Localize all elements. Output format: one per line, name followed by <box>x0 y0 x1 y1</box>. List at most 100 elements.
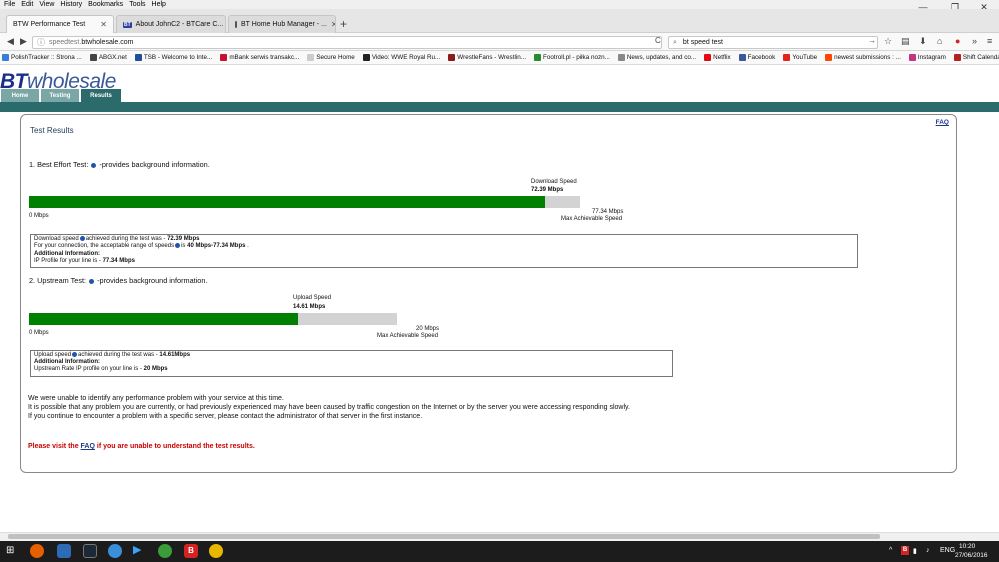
info-heading: Additional Information: <box>34 359 100 366</box>
bookmark-item[interactable]: News, updates, and co... <box>617 54 696 61</box>
upload-speed-label: Upload Speed <box>293 295 332 301</box>
help-icon[interactable] <box>175 243 181 249</box>
bookmark-item[interactable]: WrestleFans - Wrestlin... <box>448 54 526 61</box>
media-player-icon[interactable]: ▶ <box>133 543 147 557</box>
menu-bookmarks[interactable]: Bookmarks <box>88 1 123 8</box>
bt-tab-testing[interactable]: Testing <box>41 89 79 102</box>
faq-notice-text: Please visit the <box>28 443 79 450</box>
search-input[interactable]: bt speed test <box>683 39 723 46</box>
faq-link[interactable]: FAQ <box>936 119 949 126</box>
bookmark-label: Footroll.pl - piłka nozn... <box>543 54 610 61</box>
bookmark-label: Video: WWE Royal Ru... <box>371 54 441 61</box>
bookmark-item[interactable]: Shift Calendar-Firefigh... <box>953 54 999 61</box>
upload-min-label: 0 Mbps <box>29 330 49 336</box>
faq-notice-link[interactable]: FAQ <box>81 443 95 450</box>
bookmark-label: Instagram <box>917 54 946 61</box>
info-value: 72.39 Mbps <box>167 236 200 243</box>
tab-btw-performance[interactable]: BTW Performance Test ✕ <box>6 15 114 33</box>
bookmark-item[interactable]: Instagram <box>908 54 946 61</box>
bookmark-favicon-icon <box>534 54 541 61</box>
windows-start-icon[interactable]: ⊞ <box>6 545 20 559</box>
info-text: achieved during the test was - <box>85 236 166 243</box>
help-icon[interactable] <box>79 236 85 241</box>
bookmark-label: Shift Calendar-Firefigh... <box>962 54 999 61</box>
close-tab-icon[interactable]: ✕ <box>331 20 335 29</box>
norton-icon[interactable] <box>209 544 223 558</box>
bookmark-favicon-icon <box>783 54 791 61</box>
download-info-box: Download speed achieved during the test w… <box>30 234 858 268</box>
bookmark-label: WrestleFans - Wrestlin... <box>457 54 526 61</box>
bookmark-item[interactable]: Netflix <box>704 54 731 61</box>
app-icon[interactable] <box>108 544 122 558</box>
summary-line-2: It is possible that any problem you are … <box>28 404 630 411</box>
taskbar <box>0 541 999 562</box>
help-icon[interactable] <box>91 162 97 168</box>
new-tab-button[interactable]: + <box>340 17 347 31</box>
bookmark-item[interactable]: TSB - Welcome to Inte... <box>134 54 212 61</box>
bookmark-item[interactable]: ABGX.net <box>89 54 127 61</box>
info-line: IP Profile for your line is - 77.34 Mbps <box>34 258 854 265</box>
tray-chevron-icon[interactable]: ^ <box>889 547 892 554</box>
info-value: 20 Mbps <box>143 366 168 373</box>
bookmark-item[interactable]: newest submissions : ... <box>825 54 901 61</box>
scrollbar-thumb[interactable] <box>8 534 880 539</box>
back-button[interactable]: ◀ <box>7 36 14 47</box>
utorrent-icon[interactable] <box>158 544 172 558</box>
firefox-icon[interactable] <box>30 544 44 558</box>
tab-strip: BTW Performance Test ✕ BT About JohnC2 -… <box>0 9 999 33</box>
search-box[interactable]: ⌕ bt speed test <box>668 36 878 49</box>
bookmark-label: mBank serwis transakc... <box>229 54 300 61</box>
bookmark-favicon-icon <box>448 54 456 61</box>
bt-tab-results[interactable]: Results <box>81 89 121 102</box>
reading-list-icon[interactable]: ▤ <box>901 36 910 47</box>
bookmark-favicon-icon <box>953 54 961 61</box>
summary-line-3: If you continue to encounter a problem w… <box>28 413 423 420</box>
adblock-icon[interactable]: ● <box>955 36 960 46</box>
close-tab-icon[interactable]: ✕ <box>100 20 107 29</box>
info-icon[interactable]: ⓘ <box>37 37 45 48</box>
tab-about-johnc2[interactable]: BT About JohnC2 - BTCare C... ✕ <box>116 15 226 33</box>
clock-time[interactable]: 10:20 <box>959 543 975 550</box>
steam-icon[interactable] <box>83 544 97 558</box>
language-indicator[interactable]: ENG <box>940 547 955 554</box>
search-go-icon[interactable]: → <box>868 36 876 45</box>
section2-label: 2. Upstream Test: <box>29 276 87 285</box>
menu-tools[interactable]: Tools <box>129 1 145 8</box>
network-icon[interactable]: ▮ <box>913 547 917 555</box>
bookmark-item[interactable]: Secure Home <box>307 54 355 61</box>
bookmark-favicon-icon <box>2 54 9 61</box>
menu-help[interactable]: Help <box>152 1 166 8</box>
outlook-icon[interactable] <box>57 544 71 558</box>
tray-antivirus-icon[interactable]: B <box>901 546 909 555</box>
menu-icon[interactable]: ≡ <box>987 36 992 46</box>
help-icon[interactable] <box>72 352 78 357</box>
home-icon[interactable]: ⌂ <box>937 36 942 46</box>
help-icon[interactable] <box>89 278 95 284</box>
bt-header-bar <box>0 102 999 112</box>
section2-title: 2. Upstream Test: -provides background i… <box>29 276 207 285</box>
bookmark-item[interactable]: YouTube <box>783 54 817 61</box>
volume-icon[interactable]: ♪ <box>926 547 930 554</box>
bookmark-item[interactable]: Footroll.pl - piłka nozn... <box>534 54 610 61</box>
menu-view[interactable]: View <box>39 1 54 8</box>
info-line: For your connection, the acceptable rang… <box>34 243 854 250</box>
menu-history[interactable]: History <box>60 1 82 8</box>
download-icon[interactable]: ⬇ <box>919 36 927 47</box>
bookmark-item[interactable]: Facebook <box>738 54 775 61</box>
forward-button[interactable]: ▶ <box>20 36 27 47</box>
bookmark-item[interactable]: mBank serwis transakc... <box>220 54 299 61</box>
menu-file[interactable]: File <box>4 1 15 8</box>
chevron-icon[interactable]: » <box>972 36 977 46</box>
menu-edit[interactable]: Edit <box>21 1 33 8</box>
bookmark-item[interactable]: PolishTracker :: Strona ... <box>2 54 82 61</box>
bt-tab-home[interactable]: Home <box>1 89 39 102</box>
bookmark-favicon-icon <box>825 54 833 61</box>
download-speed-value: 72.39 Mbps <box>531 187 564 193</box>
star-icon[interactable]: ☆ <box>884 36 892 47</box>
tab-bt-home-hub[interactable]: BT Home Hub Manager - ... ✕ <box>228 15 336 33</box>
reload-button[interactable]: C <box>655 36 661 45</box>
clock-date[interactable]: 27/06/2016 <box>955 552 988 559</box>
bookmark-item[interactable]: Video: WWE Royal Ru... <box>362 54 441 61</box>
bitdefender-icon[interactable]: B <box>184 544 198 558</box>
address-bar[interactable]: ⓘ speedtest.btwholesale.com <box>32 36 662 49</box>
